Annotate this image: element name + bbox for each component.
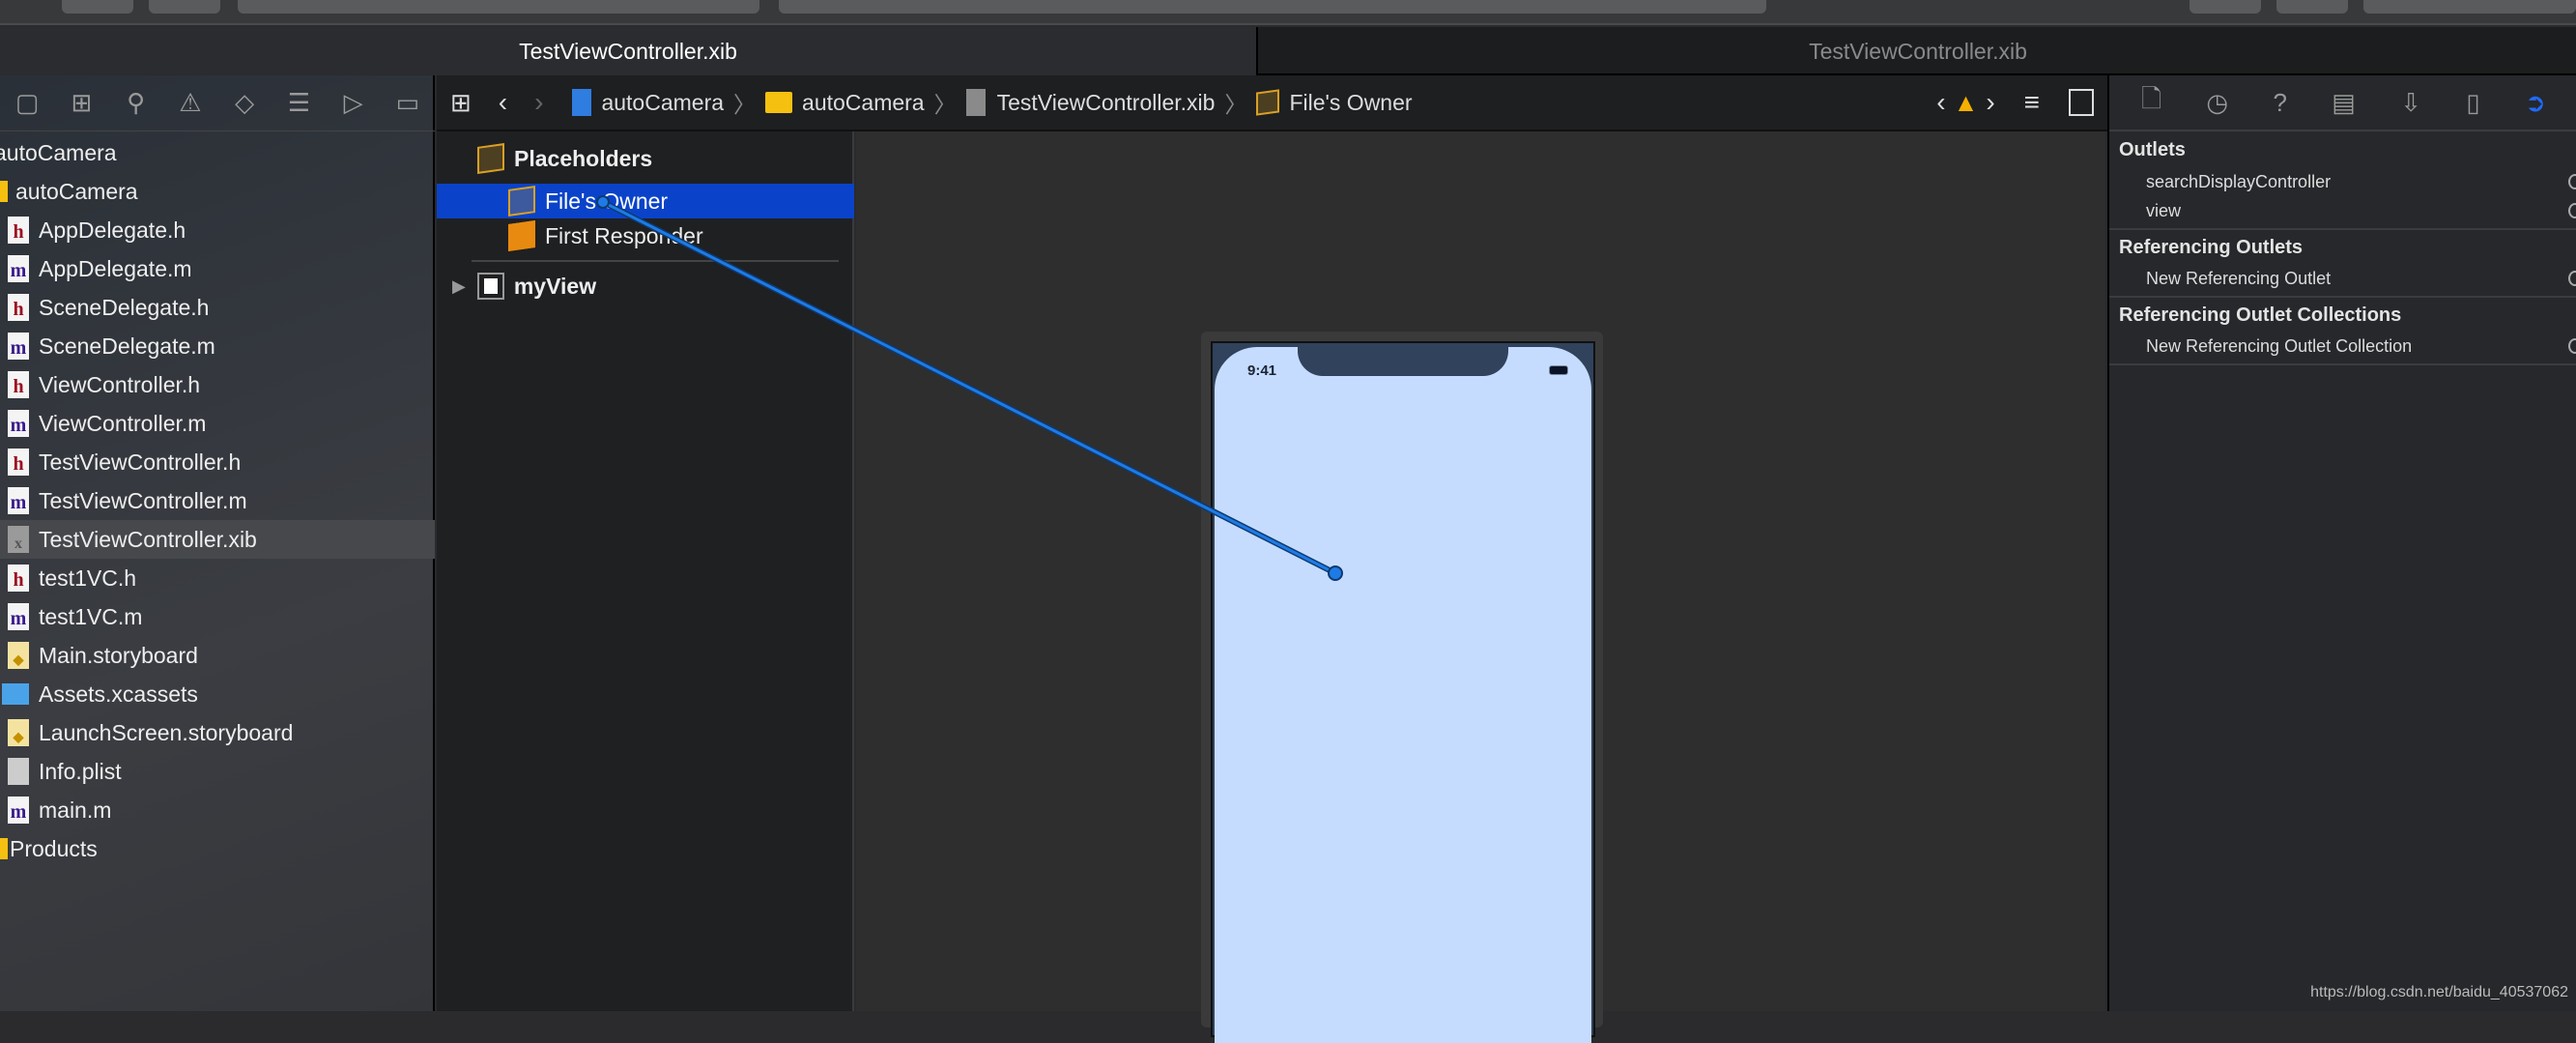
outlet-search-display-controller[interactable]: searchDisplayController <box>2146 172 2331 192</box>
outlet-connect-circle[interactable] <box>2568 203 2576 218</box>
outlet-connect-circle[interactable] <box>2568 174 2576 189</box>
history-icon[interactable]: ◷ <box>2206 88 2228 118</box>
connections-inspector: 🗋 ◷ ? ▤ ⇩ ▯ ➲ Outlets searchDisplayContr… <box>2107 75 2576 1011</box>
connections-inspector-icon[interactable]: ➲ <box>2525 88 2546 118</box>
identity-inspector-icon[interactable]: ▤ <box>2332 88 2356 118</box>
size-inspector-icon[interactable]: ▯ <box>2466 88 2479 118</box>
new-referencing-outlet-collection[interactable]: New Referencing Outlet Collection <box>2146 336 2412 357</box>
outlet-connect-circle[interactable] <box>2568 338 2576 354</box>
referencing-outlet-collections-header: Referencing Outlet Collections <box>2119 304 2402 326</box>
connection-start-point <box>596 195 610 209</box>
watermark: https://blog.csdn.net/baidu_40537062 <box>2310 984 2568 1000</box>
outlet-view[interactable]: view <box>2146 201 2181 221</box>
inspector-tabs: 🗋 ◷ ? ▤ ⇩ ▯ ➲ <box>2109 75 2576 131</box>
help-icon[interactable]: ? <box>2273 88 2286 118</box>
connection-end-point <box>1328 565 1343 581</box>
outlet-connect-circle[interactable] <box>2568 271 2576 286</box>
outlets-header: Outlets <box>2119 139 2186 160</box>
attributes-inspector-icon[interactable]: ⇩ <box>2400 88 2421 118</box>
connection-drag-line <box>602 200 1336 575</box>
file-inspector-icon[interactable]: 🗋 <box>2141 81 2161 124</box>
new-referencing-outlet[interactable]: New Referencing Outlet <box>2146 269 2331 289</box>
referencing-outlets-header: Referencing Outlets <box>2119 237 2304 258</box>
